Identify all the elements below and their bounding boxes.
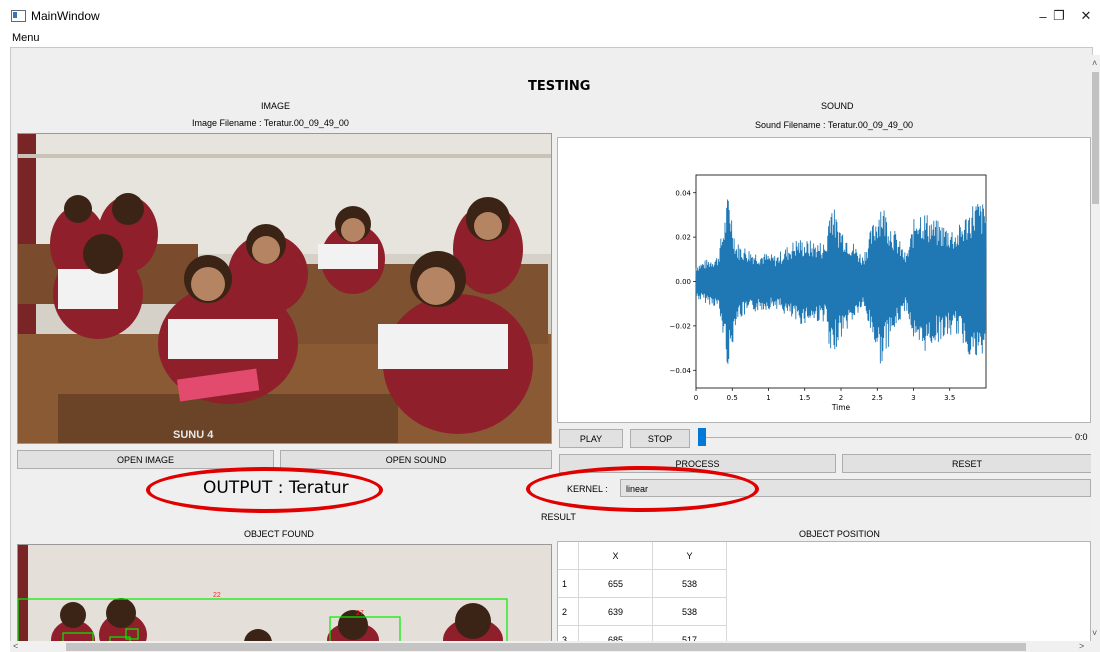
table-header-row: X Y [558,542,727,570]
cell-y[interactable]: 538 [652,597,727,626]
playback-time: 0:0 [1075,432,1088,442]
sound-filename: Sound Filename : Teratur.00_09_49_00 [755,120,913,130]
x-tick-label: 1.5 [799,394,810,402]
table-corner [558,542,579,570]
photo-sign-text: SUNU 4 [173,429,214,441]
cell-x[interactable]: 639 [578,597,653,626]
row-index: 2 [558,597,579,626]
x-tick-label: 3.5 [944,394,955,402]
scroll-up-icon[interactable]: ˄ [1092,58,1097,68]
menu-bar [0,30,1100,46]
x-tick-label: 0.5 [727,394,738,402]
x-tick-label: 2.5 [872,394,883,402]
waveform-chart: 0 0.5 1 1.5 2 2.5 3 3.5 0.04 0.02 0.00 −0.02 −0.04 Ti… [670,174,987,412]
input-image: SUNU 4 [17,133,552,444]
sound-section-title: SOUND [821,101,854,111]
playback-slider-track[interactable] [700,437,1072,438]
object-found-image: 22 27 [17,544,552,643]
scroll-right-icon[interactable]: > [1079,641,1084,651]
menu-item-menu[interactable]: Menu [12,32,40,44]
x-tick-label: 1 [766,394,770,402]
cell-x[interactable]: 655 [578,569,653,598]
detection-photo: 22 27 [18,545,551,642]
result-title: RESULT [541,512,576,522]
column-header-x[interactable]: X [578,542,653,570]
x-tick-label: 3 [911,394,915,402]
open-image-button[interactable]: OPEN IMAGE [17,450,274,469]
object-position-table-panel: X Y 1 655 538 2 639 538 3 685 517 [557,541,1091,643]
y-tick-label: 0.04 [675,189,691,197]
window-title: MainWindow [31,9,100,23]
x-axis-label: Time [831,403,851,412]
open-sound-button[interactable]: OPEN SOUND [280,450,552,469]
scroll-left-icon[interactable]: < [13,641,18,651]
y-tick-label: −0.04 [670,367,692,375]
detection-label-22: 22 [213,592,221,599]
playback-slider-handle[interactable] [698,428,706,446]
horizontal-scrollbar-thumb[interactable] [66,643,1026,651]
x-tick-label: 2 [839,394,843,402]
image-filename: Image Filename : Teratur.00_09_49_00 [192,118,349,128]
scroll-down-icon[interactable]: ˅ [1092,628,1097,638]
title-bar [0,0,1100,30]
row-index: 1 [558,569,579,598]
x-tick-label: 0 [694,394,698,402]
kernel-highlight-ellipse [526,466,759,512]
table-row[interactable]: 1 655 538 [558,569,727,598]
app-icon [11,10,26,22]
play-button[interactable]: PLAY [559,429,623,448]
column-header-y[interactable]: Y [652,542,727,570]
object-found-title: OBJECT FOUND [244,529,314,539]
object-position-title: OBJECT POSITION [799,529,880,539]
close-icon[interactable]: ✕ [1072,5,1100,27]
y-tick-label: −0.02 [670,322,691,330]
vertical-scrollbar-thumb[interactable] [1092,72,1099,204]
y-tick-label: 0.02 [675,234,691,242]
classroom-photo: SUNU 4 [18,134,551,443]
y-tick-label: 0.00 [675,278,691,286]
page-title: TESTING [528,79,591,94]
table-row[interactable]: 2 639 538 [558,597,727,626]
object-position-table: X Y 1 655 538 2 639 538 3 685 517 [558,542,727,642]
waveform-panel: 0 0.5 1 1.5 2 2.5 3 3.5 0.04 0.02 0.00 −0.02 −0.04 Ti… [557,137,1091,423]
detection-label-27: 27 [356,610,364,617]
reset-button[interactable]: RESET [842,454,1092,473]
output-highlight-ellipse [146,467,383,513]
stop-button[interactable]: STOP [630,429,690,448]
restore-icon[interactable]: ❐ [1044,5,1074,27]
image-section-title: IMAGE [261,101,291,111]
cell-y[interactable]: 538 [652,569,727,598]
